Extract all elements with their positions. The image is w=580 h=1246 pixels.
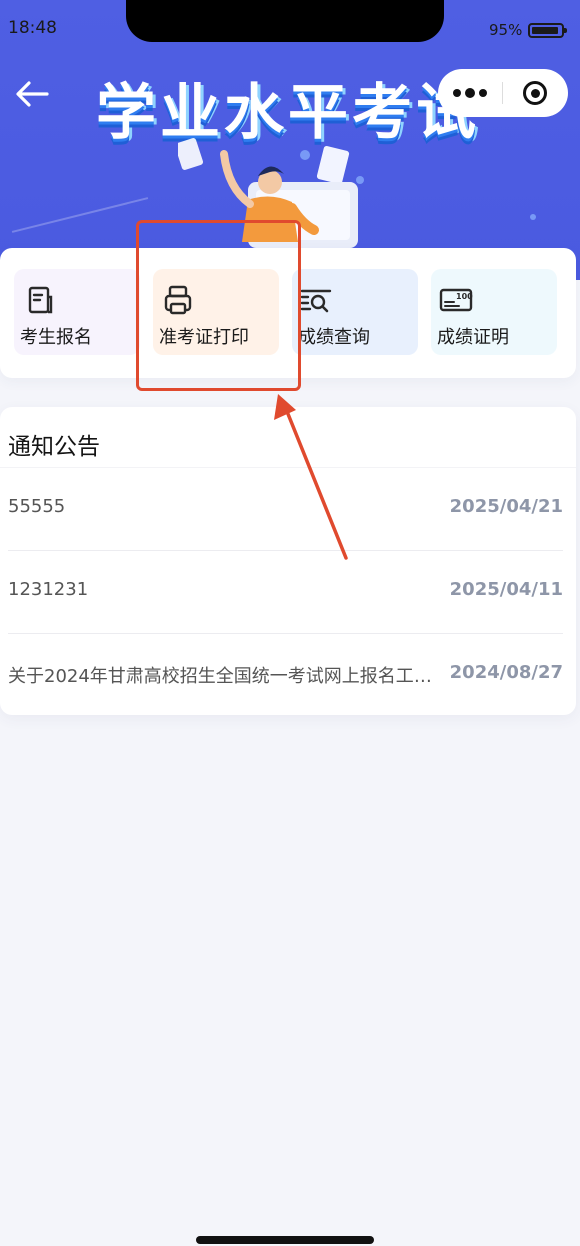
menu-item-label: 成绩证明: [437, 327, 509, 348]
target-circle-icon: [523, 81, 547, 105]
printer-icon: [164, 285, 192, 315]
menu-item-admission-ticket-print[interactable]: 准考证打印: [153, 269, 279, 355]
menu-item-score-certificate[interactable]: 100 成绩证明: [431, 269, 557, 355]
status-bar: 18:48 95%: [0, 0, 580, 56]
more-dots-icon: [453, 89, 461, 97]
menu-item-label: 准考证打印: [159, 327, 249, 348]
status-time: 18:48: [8, 18, 57, 38]
arrow-left-icon: [16, 81, 49, 107]
back-button[interactable]: [12, 76, 52, 112]
home-indicator: [196, 1236, 374, 1244]
more-dots-icon: [479, 89, 487, 97]
mini-program-capsule: [438, 69, 568, 117]
battery-icon: [528, 23, 567, 38]
notice-item-title: 55555: [8, 496, 66, 517]
battery-percent: 95%: [489, 21, 523, 39]
menu-item-registration[interactable]: 考生报名: [14, 269, 140, 355]
student-illustration: [178, 138, 358, 248]
score-100-text: 100: [456, 292, 473, 301]
function-menu: 考生报名 准考证打印 成绩查询 100 成绩证明: [0, 248, 576, 378]
menu-item-label: 考生报名: [20, 327, 92, 348]
document-icon: [28, 286, 53, 314]
score-certificate-icon: 100: [439, 288, 473, 312]
camera-notch: [126, 0, 444, 42]
more-dots-icon: [465, 88, 475, 98]
notice-title: 通知公告: [8, 434, 100, 460]
annotation-arrow: [274, 394, 348, 560]
more-button[interactable]: [438, 69, 502, 117]
notice-item-date: 2025/04/11: [449, 579, 563, 600]
decorative-dot: [530, 214, 536, 220]
phone-screen: 学业水平考试 18:48 95% 考生报名 准考证打印 成绩查询 100 成绩证…: [0, 0, 580, 1246]
search-list-icon: [300, 289, 332, 313]
menu-item-label: 成绩查询: [298, 327, 370, 348]
decorative-line: [11, 197, 149, 233]
notice-item-date: 2024/08/27: [449, 662, 563, 683]
notice-item[interactable]: 关于2024年甘肃高校招生全国统一考试网上报名工作的通知 2024/08/27: [8, 634, 563, 717]
menu-item-score-query[interactable]: 成绩查询: [292, 269, 418, 355]
close-mini-program-button[interactable]: [503, 69, 567, 117]
notice-item-date: 2025/04/21: [449, 496, 563, 517]
notice-item-title: 关于2024年甘肃高校招生全国统一考试网上报名工作的通知: [8, 666, 448, 687]
notice-item-title: 1231231: [8, 579, 89, 600]
